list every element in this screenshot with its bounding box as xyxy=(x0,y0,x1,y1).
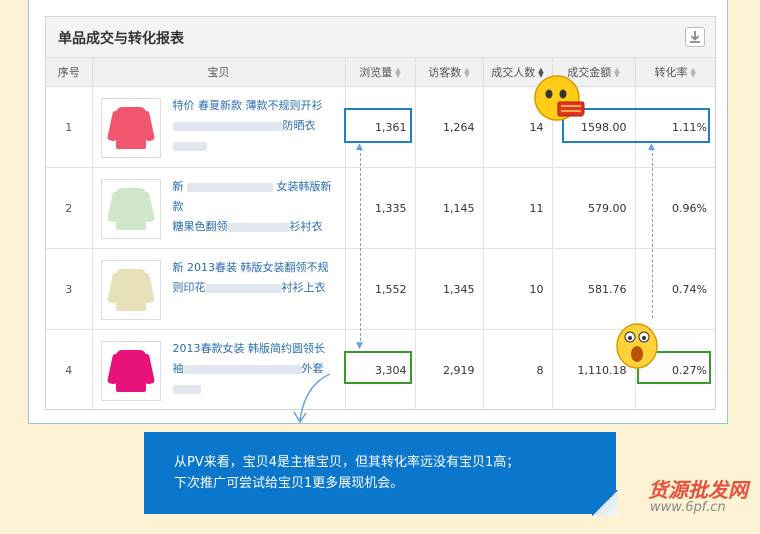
download-icon xyxy=(690,31,700,43)
col-header-uv[interactable]: 访客数 ▲ ▼ xyxy=(415,58,484,87)
rate-cell: 0.96% xyxy=(635,167,715,249)
amount-cell: 579.00 xyxy=(552,167,636,249)
conclusion-banner: 从PV来看，宝贝4是主推宝贝，但其转化率远没有宝贝1高； 下次推广可尝试给宝贝1… xyxy=(144,432,618,516)
table-row: 3 新 2013春装 韩版女装翻领不规 则印花 衬衫上衣 1,552 1,345… xyxy=(46,248,715,330)
item-cell: 特价 春夏新款 薄款不规则开衫 防晒衣 xyxy=(92,86,346,168)
highlight-pv-row4 xyxy=(344,351,412,384)
blurred-text xyxy=(172,121,283,131)
pv-cell: 1,552 xyxy=(345,248,416,330)
blurred-text xyxy=(172,384,201,394)
sweating-emoji-icon xyxy=(534,75,585,121)
dashed-connector-rate xyxy=(652,148,653,318)
col-header-pv[interactable]: 浏览量 ▲ ▼ xyxy=(345,58,416,87)
product-thumbnail[interactable] xyxy=(100,179,161,239)
blurred-text xyxy=(205,283,282,293)
pv-cell: 1,335 xyxy=(345,167,416,249)
uv-cell: 1,264 xyxy=(415,86,484,168)
blurred-text xyxy=(183,364,302,374)
highlight-pv-row1 xyxy=(344,108,412,143)
row-index: 1 xyxy=(46,86,93,168)
row-index: 2 xyxy=(46,167,93,249)
download-button[interactable] xyxy=(685,27,705,47)
buyers-cell: 10 xyxy=(483,248,553,330)
product-thumbnail[interactable] xyxy=(100,341,161,401)
item-cell: 新 2013春装 韩版女装翻领不规 则印花 衬衫上衣 xyxy=(92,248,346,330)
product-title-link[interactable]: 新 女装韩版新款 糖果色翻领 衫衬衣 xyxy=(173,177,337,237)
table-header-row: 序号 宝贝 浏览量 ▲ ▼ 访客数 ▲ ▼ 成交人数 ▲ ▼ 成交金额 ▲ ▼ 转化率 ▲ ▼ xyxy=(46,58,715,87)
item-cell: 新 女装韩版新款 糖果色翻领 衫衬衣 xyxy=(92,167,346,249)
table-row: 2 新 女装韩版新款 糖果色翻领 衫衬衣 1,335 1,145 11 579.… xyxy=(46,167,715,249)
buyers-cell: 8 xyxy=(483,329,553,410)
watermark-text: 货源批发网 xyxy=(648,478,748,502)
curved-arrow-icon xyxy=(293,373,331,424)
sort-arrows-icon: ▲ ▼ xyxy=(690,66,696,79)
arrow-up-icon: ▲ xyxy=(356,142,363,152)
col-header-rate[interactable]: 转化率 ▲ ▼ xyxy=(635,58,715,87)
scared-emoji-icon xyxy=(616,323,658,369)
col-header-index: 序号 xyxy=(46,58,93,87)
blurred-text xyxy=(227,222,290,232)
dashed-connector-pv xyxy=(360,148,361,346)
page-curl xyxy=(592,490,618,516)
watermark-url: www.6pf.cn xyxy=(650,500,726,515)
product-thumbnail[interactable] xyxy=(100,98,161,158)
panel-header: 单品成交与转化报表 xyxy=(46,17,715,58)
buyers-cell: 11 xyxy=(483,167,553,249)
panel-title: 单品成交与转化报表 xyxy=(58,31,184,47)
arrow-up-icon: ▲ xyxy=(648,142,655,152)
banner-text: 从PV来看，宝贝4是主推宝贝，但其转化率远没有宝贝1高； 下次推广可尝试给宝贝1… xyxy=(174,455,520,491)
row-index: 4 xyxy=(46,329,93,410)
rate-cell: 0.74% xyxy=(635,248,715,330)
blurred-text xyxy=(172,141,207,151)
uv-cell: 1,345 xyxy=(415,248,484,330)
col-header-item: 宝贝 xyxy=(92,58,346,87)
uv-cell: 2,919 xyxy=(415,329,484,410)
product-thumbnail[interactable] xyxy=(100,260,161,320)
sort-arrows-icon: ▲ ▼ xyxy=(614,66,620,79)
blurred-text xyxy=(187,182,273,192)
amount-cell: 581.76 xyxy=(552,248,636,330)
sort-arrows-icon: ▲ ▼ xyxy=(464,66,470,79)
product-title-link[interactable]: 新 2013春装 韩版女装翻领不规 则印花 衬衫上衣 xyxy=(173,258,329,298)
product-title-link[interactable]: 特价 春夏新款 薄款不规则开衫 防晒衣 xyxy=(172,96,323,156)
row-index: 3 xyxy=(46,248,93,330)
uv-cell: 1,145 xyxy=(415,167,484,249)
arrow-down-icon: ▼ xyxy=(356,341,363,351)
sort-arrows-icon: ▲ ▼ xyxy=(395,66,401,79)
